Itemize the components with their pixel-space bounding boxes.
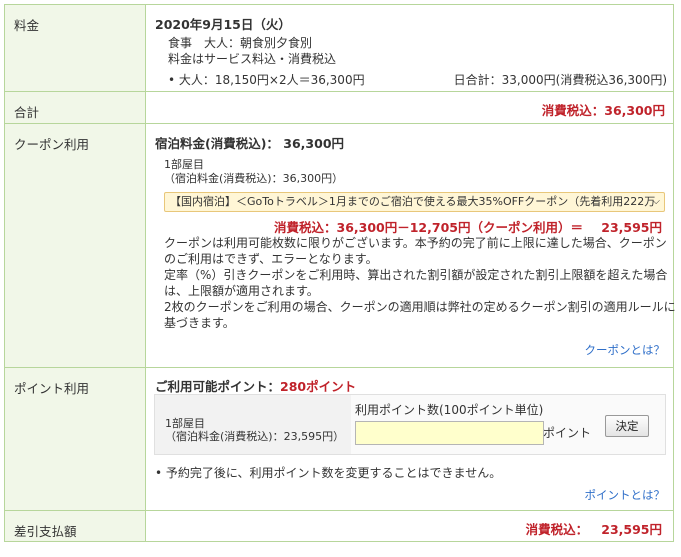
fee-label: 料金 [4,4,146,92]
stay-date: 2020年9月15日（火） [155,17,291,32]
daily-total: 日合計：33,000円(消費税込36,300円) [453,73,667,87]
coupon-note-line: クーポンは利用可能枚数に限りがございます。本予約の完了前に上限に達した場合、クー… [164,236,667,250]
points-cell: ご利用可能ポイント：280ポイント 1部屋目 （宿泊料金(消費税込)：23,59… [145,367,674,511]
points-room-fee: （宿泊料金(消費税込)：23,595円） [165,430,345,443]
meal-info: 食事 大人：朝食別夕食別 [168,36,313,50]
chevron-down-icon: ⌵ [652,196,660,207]
coupon-note-line: は、上限額が適用されます。 [164,284,319,298]
coupon-calc: 消費税込：36,300円－12,705円（クーポン利用）＝ [274,220,583,235]
balance-cell: 消費税込： 23,595円 [145,510,674,542]
reservation-fee-table: 料金 2020年9月15日（火） 食事 大人：朝食別夕食別 料金はサービス料込・… [4,4,676,542]
bullet-icon: • [168,73,176,87]
available-points-label: ご利用可能ポイント： [155,379,281,394]
coupon-cell: 宿泊料金(消費税込)： 36,300円 1部屋目 （宿泊料金(消費税込)：36,… [145,123,676,368]
points-unit: ポイント [543,426,592,440]
points-input[interactable] [355,421,544,445]
total-label: 合計 [4,91,146,124]
total-row: 合計 消費税込：36,300円 [4,91,674,124]
coupon-note-line: のご利用はできず、エラーとなります。 [164,252,378,266]
fee-row: 料金 2020年9月15日（火） 食事 大人：朝食別夕食別 料金はサービス料込・… [4,4,674,92]
coupon-select[interactable]: 【国内宿泊】＜GoToトラベル＞1月までのご宿泊で使える最大35%OFFクーポン… [164,192,665,212]
balance-tax-label: 消費税込： [525,522,589,537]
coupon-calc-result: 23,595円 [601,220,662,235]
coupon-label: クーポン利用 [4,123,146,368]
points-label: ポイント利用 [4,367,146,511]
points-note-text: 予約完了後に、利用ポイント数を変更することはできません。 [165,466,502,480]
available-points: ご利用可能ポイント：280ポイント [155,376,356,395]
total-value: 消費税込：36,300円 [541,103,665,118]
coupon-note-line: 基づきます。 [164,316,235,330]
apply-points-button[interactable]: 決定 [605,415,649,437]
points-entry-box: 1部屋目 （宿泊料金(消費税込)：23,595円） 利用ポイント数(100ポイン… [154,394,666,455]
fee-breakdown-text: 大人：18,150円×2人＝36,300円 [178,73,365,87]
points-input-label: 利用ポイント数(100ポイント単位) [355,403,544,417]
coupon-row: クーポン利用 宿泊料金(消費税込)： 36,300円 1部屋目 （宿泊料金(消費… [4,123,676,368]
fee-cell: 2020年9月15日（火） 食事 大人：朝食別夕食別 料金はサービス料込・消費税… [145,4,674,92]
points-note: • 予約完了後に、利用ポイント数を変更することはできません。 [155,464,501,481]
coupon-room-fee: （宿泊料金(消費税込)：36,300円） [164,172,344,185]
available-points-value: 280ポイント [280,379,357,394]
balance-label: 差引支払額 [4,510,146,542]
total-cell: 消費税込：36,300円 [145,91,674,124]
coupon-select-value: 【国内宿泊】＜GoToトラベル＞1月までのご宿泊で使える最大35%OFFクーポン… [170,195,656,208]
points-info-link[interactable]: ポイントとは？ [585,487,666,503]
balance-row: 差引支払額 消費税込： 23,595円 [4,510,674,542]
coupon-note-line: 定率（%）引きクーポンをご利用時、算出された割引額が設定された割引上限額を超えた… [164,268,668,282]
points-row: ポイント利用 ご利用可能ポイント：280ポイント 1部屋目 （宿泊料金(消費税込… [4,367,674,511]
lodging-fee: 宿泊料金(消費税込)： 36,300円 [155,136,345,151]
fee-breakdown: • 大人：18,150円×2人＝36,300円 [168,71,365,88]
tax-note: 料金はサービス料込・消費税込 [168,52,337,66]
coupon-note-line: 2枚のクーポンをご利用の場合、クーポンの適用順は弊社の定めるクーポン割引の適用ル… [164,300,676,314]
balance-value: 23,595円 [601,522,662,537]
coupon-notes: クーポンは利用可能枚数に限りがございます。本予約の完了前に上限に達した場合、クー… [164,235,676,331]
coupon-info-link[interactable]: クーポンとは？ [585,342,666,358]
bullet-icon: • [155,466,163,480]
balance-value-wrap: 消費税込： 23,595円 [526,519,662,538]
points-input-area: 利用ポイント数(100ポイント単位) ポイント 決定 [351,395,665,454]
